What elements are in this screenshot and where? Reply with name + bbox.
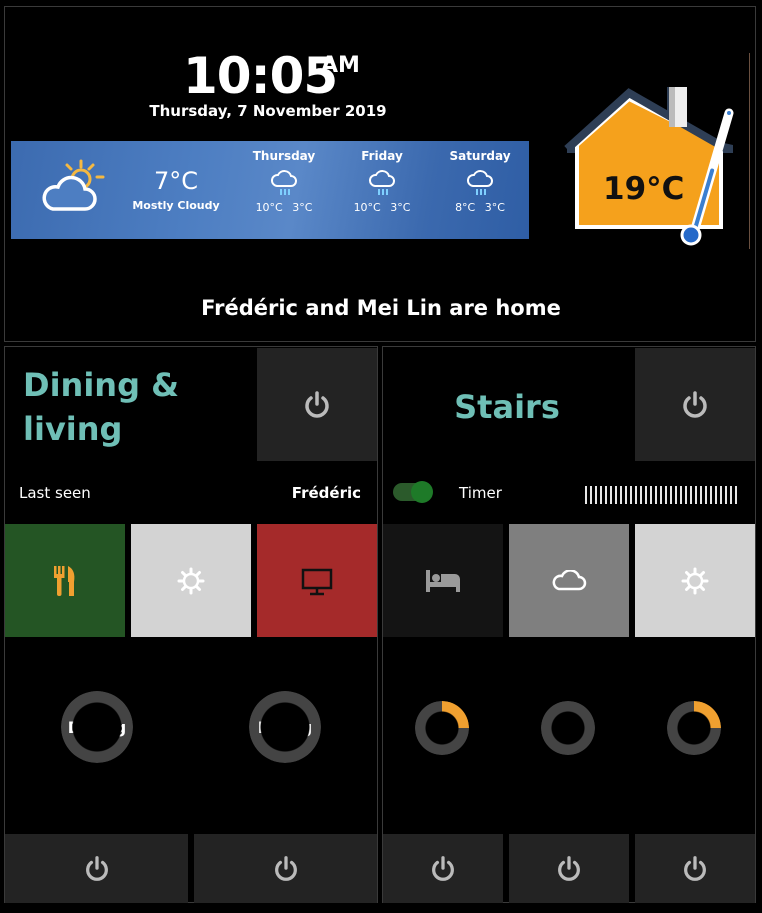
last-seen-value: Frédéric <box>291 484 361 502</box>
room-panel-stairs: Stairs Timer g/f first 2nd <box>382 346 756 903</box>
status-header-panel: 10:05 AM Thursday, 7 November 2019 7°C M… <box>4 6 756 342</box>
forecast-low: 3°C <box>484 201 505 214</box>
second-light-dial[interactable]: 2nd <box>667 701 721 755</box>
dining-scene-button[interactable] <box>5 524 125 637</box>
room-title: Dining & living <box>23 363 179 451</box>
forecast-temps: 10°C 3°C <box>239 201 329 214</box>
clock-time: 10:05 <box>183 47 338 105</box>
power-icon <box>305 390 329 418</box>
settings-button[interactable] <box>131 524 251 637</box>
dining-power-button[interactable] <box>5 834 188 903</box>
toggle-knob <box>411 481 433 503</box>
gear-icon <box>681 567 709 595</box>
room-power-button[interactable] <box>257 348 377 461</box>
forecast-temps: 10°C 3°C <box>337 201 427 214</box>
date-label: Thursday, 7 November 2019 <box>149 102 387 120</box>
power-icon <box>558 855 580 881</box>
power-icon <box>85 855 108 881</box>
cloud-scene-button[interactable] <box>509 524 629 637</box>
timer-progress <box>585 486 739 504</box>
power-icon <box>684 855 706 881</box>
gear-icon <box>177 567 205 595</box>
clock: 10:05 AM <box>183 47 360 105</box>
forecast-temps: 8°C 3°C <box>435 201 525 214</box>
forecast-day-name: Saturday <box>449 149 511 163</box>
room-title-line2: living <box>23 410 123 448</box>
presence-message: Frédéric and Mei Lin are home <box>201 296 561 320</box>
house-thermometer-icon <box>564 87 734 246</box>
first-power-button[interactable] <box>509 834 629 903</box>
room-panel-dining-living: Dining & living Last seen Frédéric Dinin… <box>4 346 378 903</box>
room-title-line1: Dining & <box>23 366 180 404</box>
first-light-dial[interactable]: first <box>541 701 595 755</box>
dial-label: first <box>554 721 582 735</box>
forecast-low: 3°C <box>292 201 313 214</box>
bed-scene-button[interactable] <box>383 524 503 637</box>
partly-cloudy-icon <box>42 159 105 211</box>
clock-ampm: AM <box>321 53 360 78</box>
forecast-day-name: Thursday <box>252 149 316 163</box>
gf-light-dial[interactable]: g/f <box>415 701 469 755</box>
rain-cloud-icon <box>271 170 297 195</box>
dial-label: g/f <box>432 721 452 735</box>
indoor-temperature: 19°C <box>603 171 685 207</box>
current-condition: Mostly Cloudy <box>132 199 220 212</box>
power-icon <box>432 855 454 881</box>
rain-cloud-icon <box>467 170 493 195</box>
forecast-high: 8°C <box>455 201 476 214</box>
settings-button[interactable] <box>635 524 755 637</box>
room-title: Stairs <box>454 388 560 426</box>
forecast-low: 3°C <box>390 201 411 214</box>
weather-card[interactable]: 7°C Mostly Cloudy Thursday 10°C 3°C Frid… <box>11 141 529 239</box>
last-seen-label: Last seen <box>19 484 91 502</box>
forecast-high: 10°C <box>353 201 381 214</box>
forecast-day-2: Friday 10°C 3°C <box>337 149 427 214</box>
living-light-dial[interactable]: Living <box>249 691 321 763</box>
forecast-high: 10°C <box>255 201 283 214</box>
cutlery-icon <box>54 566 75 596</box>
dial-label: Living <box>257 717 313 737</box>
timer-label: Timer <box>459 484 502 502</box>
tv-button[interactable] <box>257 524 377 637</box>
bed-icon <box>426 570 460 592</box>
room-power-button[interactable] <box>635 348 755 461</box>
divider <box>749 53 750 249</box>
forecast-day-1: Thursday 10°C 3°C <box>239 149 329 214</box>
cloud-outline-icon <box>552 570 587 591</box>
living-power-button[interactable] <box>194 834 377 903</box>
forecast-day-3: Saturday 8°C 3°C <box>435 149 525 214</box>
dial-label: Dining <box>67 717 127 737</box>
rain-cloud-icon <box>369 170 395 195</box>
gf-power-button[interactable] <box>383 834 503 903</box>
forecast-day-name: Friday <box>361 149 403 163</box>
indoor-temperature-widget[interactable]: 19°C <box>557 79 737 249</box>
second-power-button[interactable] <box>635 834 755 903</box>
power-icon <box>683 390 707 418</box>
dining-light-dial[interactable]: Dining <box>61 691 133 763</box>
dial-label: 2nd <box>681 721 707 735</box>
current-temperature: 7°C <box>153 167 199 195</box>
power-icon <box>274 855 297 881</box>
timer-toggle[interactable] <box>393 481 433 503</box>
tv-icon <box>301 568 333 596</box>
